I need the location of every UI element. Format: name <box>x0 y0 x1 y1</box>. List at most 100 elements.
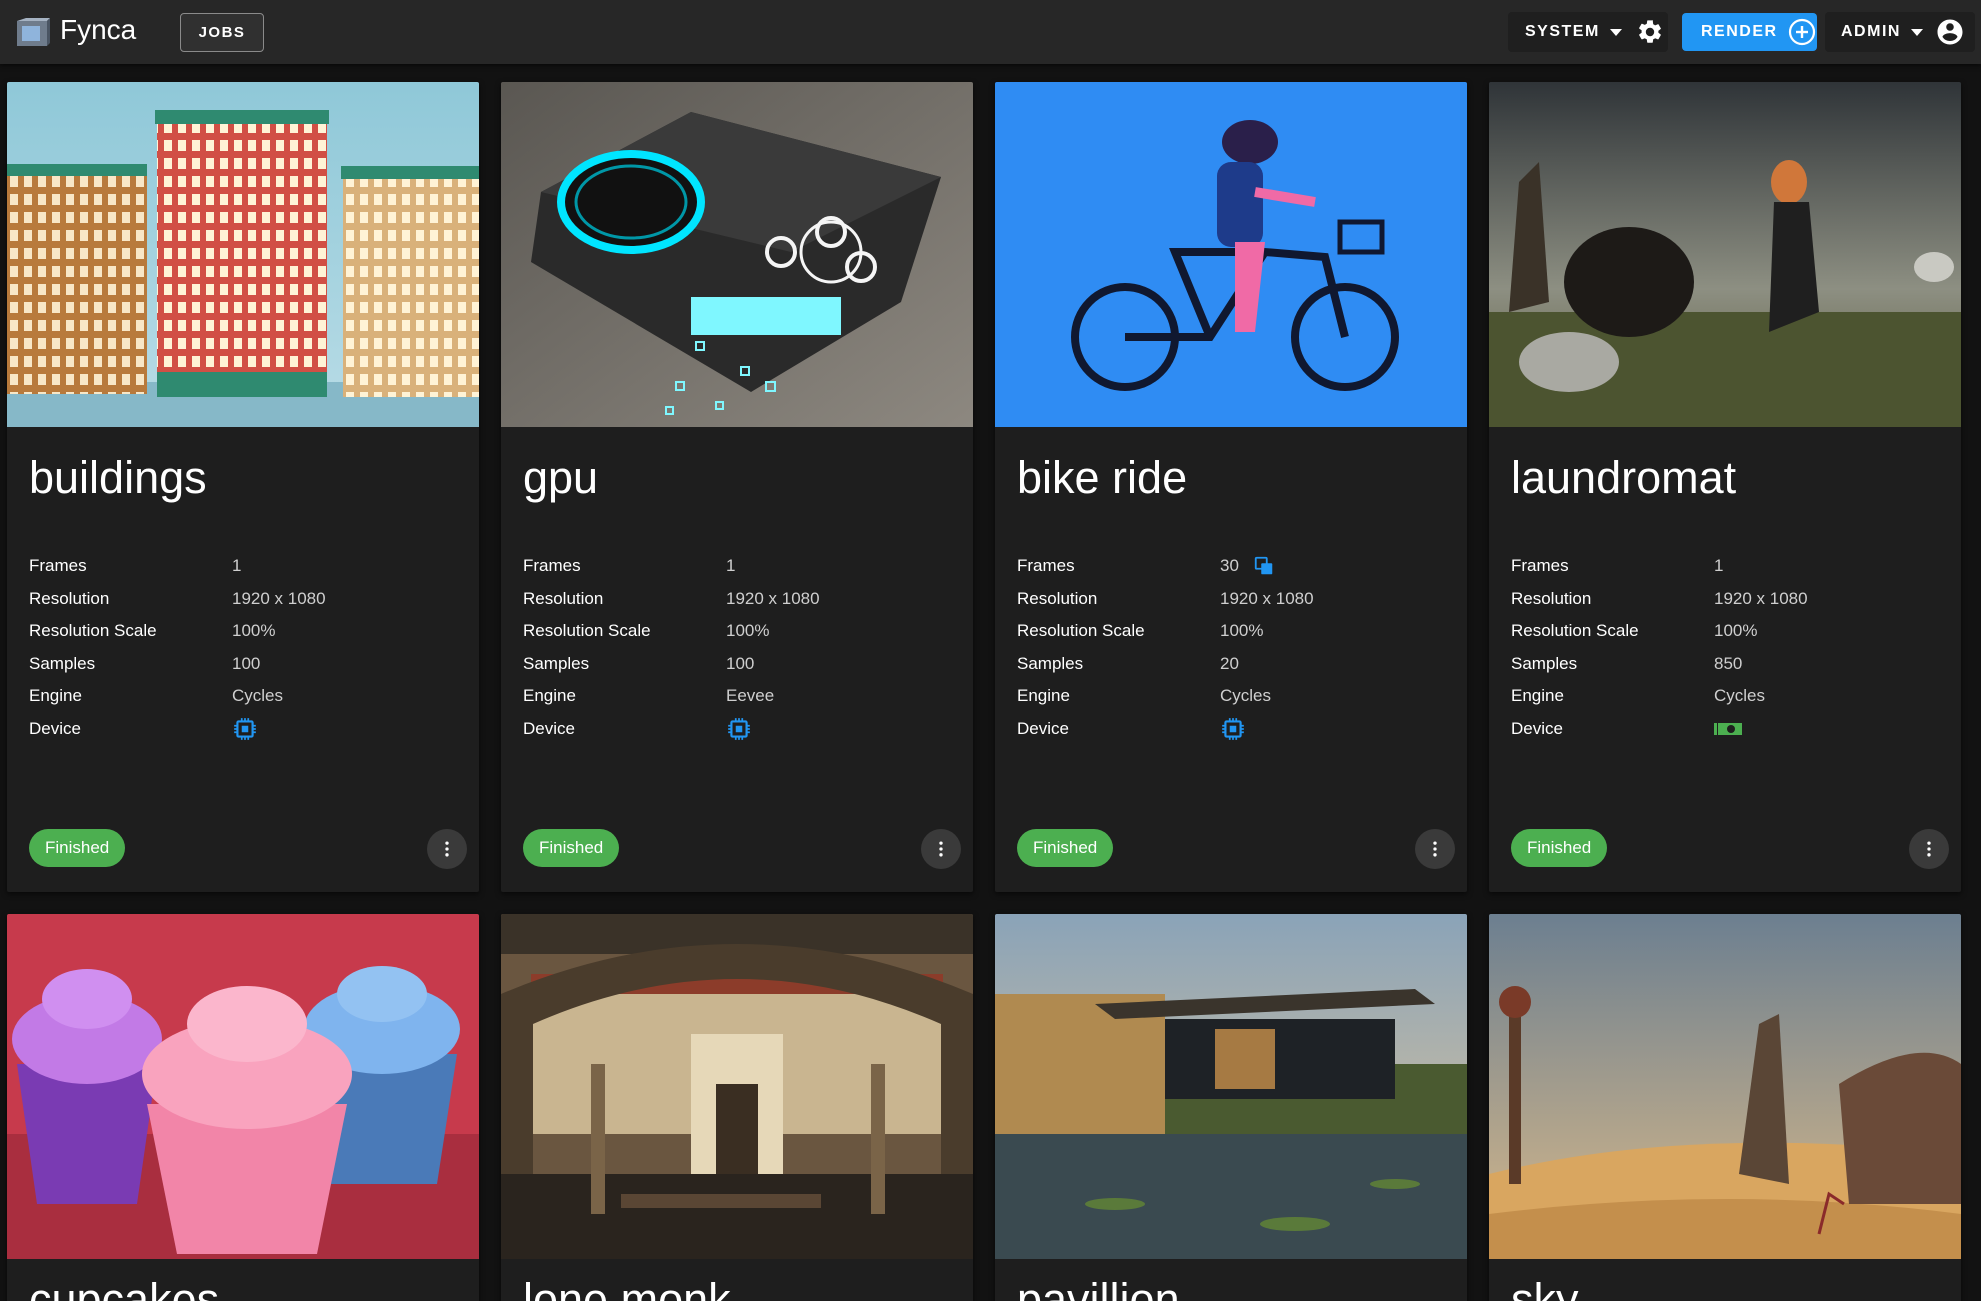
engine-label: Engine <box>523 686 576 706</box>
samples-label: Samples <box>29 653 96 673</box>
render-button[interactable]: RENDER <box>1682 13 1817 51</box>
frames-value: 1 <box>1714 556 1724 576</box>
system-label: SYSTEM <box>1525 23 1600 40</box>
job-thumbnail[interactable] <box>1489 914 1961 1259</box>
more-vert-icon <box>939 841 943 857</box>
job-card[interactable]: buildings Frames 1 Resolution 1920 x 1080 … <box>7 82 479 892</box>
more-vert-icon <box>445 841 449 857</box>
engine-value: Cycles <box>1714 686 1766 706</box>
more-vert-icon <box>1927 841 1931 857</box>
render-label: RENDER <box>1701 23 1778 40</box>
job-title: bike ride <box>1017 452 1188 503</box>
job-card[interactable]: bike ride Frames 30 Resolution 1920 x 108… <box>995 82 1467 892</box>
resolution-scale-label: Resolution Scale <box>29 621 157 641</box>
device-label: Device <box>1511 718 1563 738</box>
account-circle-icon <box>1937 19 1963 45</box>
job-thumbnail[interactable] <box>995 914 1467 1259</box>
job-properties: Frames 1 Resolution 1920 x 1080 Resolution… <box>523 550 953 745</box>
job-title: cupcakes <box>29 1274 220 1301</box>
samples-value: 100 <box>726 653 755 673</box>
engine-label: Engine <box>1017 686 1070 706</box>
status-badge: Finished <box>29 829 126 867</box>
job-menu-button[interactable] <box>427 829 467 869</box>
job-title: laundromat <box>1511 452 1737 503</box>
device-label: Device <box>29 718 81 738</box>
cpu-icon <box>234 717 256 740</box>
frames-count: 30 <box>1220 556 1239 576</box>
frames-label: Frames <box>1017 556 1075 576</box>
engine-label: Engine <box>1511 686 1564 706</box>
device-value <box>232 716 258 742</box>
cpu-icon <box>728 717 750 740</box>
job-title: sky <box>1511 1274 1579 1301</box>
cpu-icon <box>1222 717 1244 740</box>
job-title: gpu <box>523 452 599 503</box>
job-menu-button[interactable] <box>1415 829 1455 869</box>
resolution-scale-label: Resolution Scale <box>1511 621 1639 641</box>
job-card[interactable]: sky <box>1489 914 1961 1301</box>
job-thumbnail[interactable] <box>501 914 973 1259</box>
job-thumbnail[interactable] <box>7 82 479 427</box>
samples-label: Samples <box>1511 653 1578 673</box>
job-card[interactable]: lone monk <box>501 914 973 1301</box>
gear-icon <box>1638 20 1661 43</box>
copy-icon <box>1254 557 1273 575</box>
resolution-value: 1920 x 1080 <box>1220 588 1314 608</box>
resolution-label: Resolution <box>1511 588 1592 608</box>
resolution-value: 1920 x 1080 <box>726 588 820 608</box>
frames-value: 30 <box>1220 555 1275 577</box>
job-card[interactable]: pavillion <box>995 914 1467 1301</box>
job-menu-button[interactable] <box>921 829 961 869</box>
status-badge: Finished <box>1017 829 1114 867</box>
chevron-down-icon <box>1609 28 1622 36</box>
job-thumbnail[interactable] <box>995 82 1467 427</box>
job-title: buildings <box>29 452 207 503</box>
more-vert-icon <box>1433 841 1437 857</box>
job-card[interactable]: gpu Frames 1 Resolution 1920 x 1080 Resolu… <box>501 82 973 892</box>
engine-label: Engine <box>29 686 82 706</box>
add-circle-icon <box>1788 18 1815 46</box>
frames-label: Frames <box>1511 556 1569 576</box>
engine-value: Cycles <box>232 686 284 706</box>
jobs-nav-button[interactable]: JOBS <box>180 13 264 52</box>
resolution-scale-label: Resolution Scale <box>523 621 651 641</box>
admin-label: ADMIN <box>1841 23 1901 40</box>
frames-value: 1 <box>726 556 736 576</box>
resolution-label: Resolution <box>523 588 604 608</box>
status-badge: Finished <box>1511 829 1608 867</box>
samples-value: 20 <box>1220 653 1239 673</box>
admin-menu-button[interactable]: ADMIN <box>1825 12 1975 52</box>
app-bar: Fynca JOBS SYSTEM RENDER ADMIN <box>0 0 1981 64</box>
job-thumbnail[interactable] <box>501 82 973 427</box>
resolution-scale-value: 100% <box>726 621 770 641</box>
engine-value: Cycles <box>1220 686 1272 706</box>
resolution-value: 1920 x 1080 <box>232 588 326 608</box>
job-title: lone monk <box>523 1274 731 1301</box>
resolution-label: Resolution <box>1017 588 1098 608</box>
frames-value: 1 <box>232 556 242 576</box>
engine-value: Eevee <box>726 686 775 706</box>
job-menu-button[interactable] <box>1909 829 1949 869</box>
gpu-card-icon <box>1714 722 1742 735</box>
resolution-scale-value: 100% <box>232 621 276 641</box>
system-menu-button[interactable]: SYSTEM <box>1508 12 1668 52</box>
job-title: pavillion <box>1017 1274 1180 1301</box>
resolution-scale-value: 100% <box>1714 621 1758 641</box>
samples-label: Samples <box>523 653 590 673</box>
device-value <box>1714 720 1742 738</box>
job-thumbnail[interactable] <box>7 914 479 1259</box>
job-card[interactable]: cupcakes <box>7 914 479 1301</box>
resolution-scale-value: 100% <box>1220 621 1264 641</box>
samples-value: 850 <box>1714 653 1743 673</box>
resolution-value: 1920 x 1080 <box>1714 588 1808 608</box>
job-properties: Frames 1 Resolution 1920 x 1080 Resolution… <box>29 550 459 745</box>
device-label: Device <box>1017 718 1069 738</box>
job-card[interactable]: laundromat Frames 1 Resolution 1920 x 1080… <box>1489 82 1961 892</box>
device-value <box>726 716 752 742</box>
status-badge: Finished <box>523 829 620 867</box>
job-properties: Frames 1 Resolution 1920 x 1080 Resolution… <box>1511 550 1941 745</box>
samples-label: Samples <box>1017 653 1084 673</box>
chevron-down-icon <box>1910 28 1923 36</box>
job-thumbnail[interactable] <box>1489 82 1961 427</box>
resolution-label: Resolution <box>29 588 110 608</box>
